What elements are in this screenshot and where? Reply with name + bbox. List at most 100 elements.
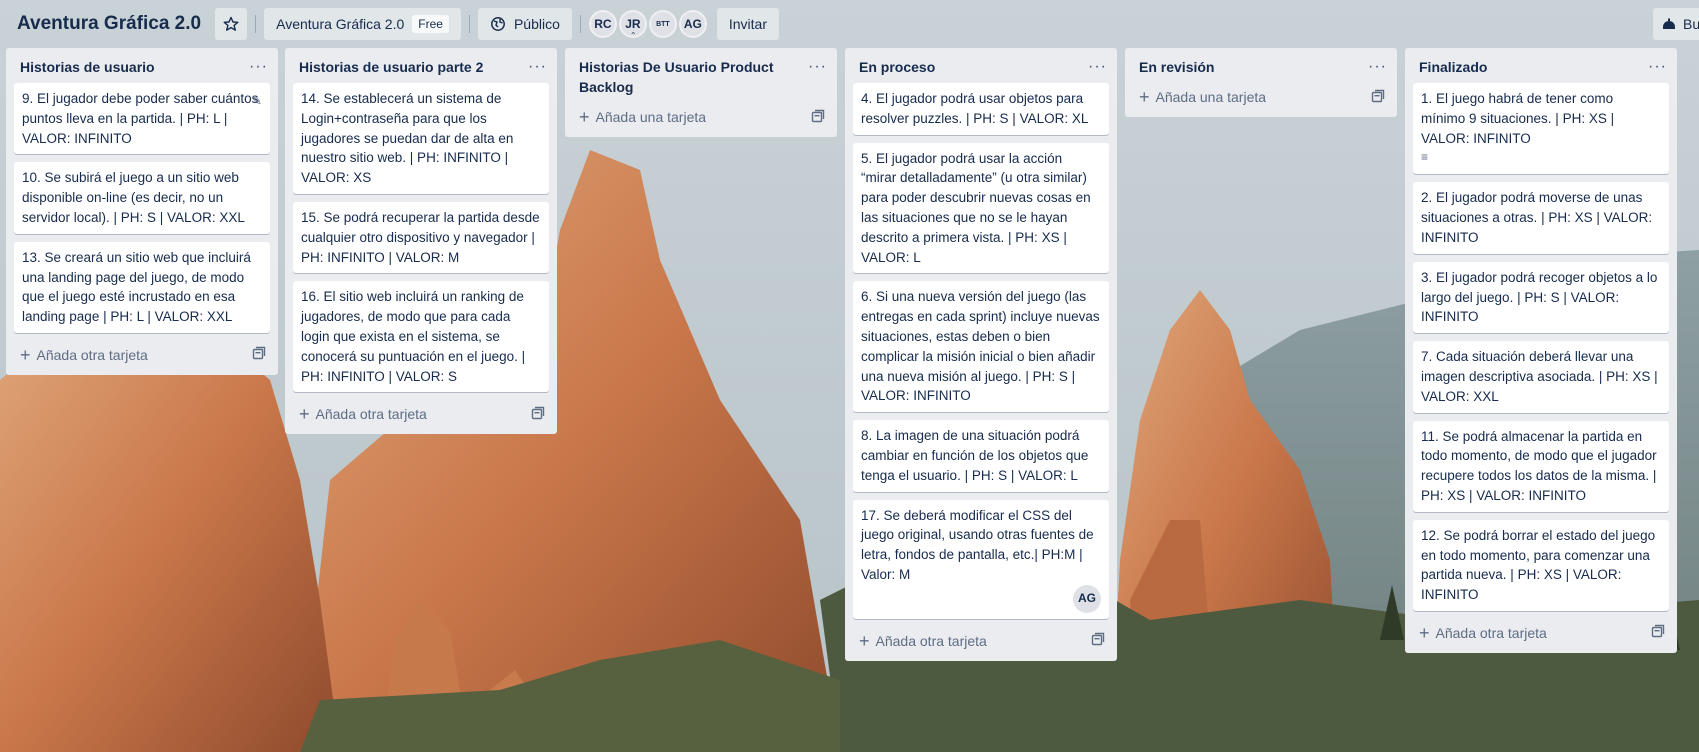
add-card-button[interactable]: + Añada otra tarjeta xyxy=(20,346,148,364)
card[interactable]: 8. La imagen de una situación podrá camb… xyxy=(853,420,1109,492)
card[interactable]: 16. El sitio web incluirá un ranking de … xyxy=(293,281,549,393)
card[interactable]: 9. El jugador debe poder saber cuántos p… xyxy=(14,83,270,155)
card-title: 8. La imagen de una situación podrá camb… xyxy=(861,428,1089,483)
list-header: Historias de usuario ··· xyxy=(6,48,278,83)
member-avatar[interactable]: BTT xyxy=(648,10,677,38)
star-icon xyxy=(223,16,239,31)
add-card-button[interactable]: + Añada una tarjeta xyxy=(1139,87,1266,107)
card-title: 17. Se deberá modificar el CSS del juego… xyxy=(861,507,1094,582)
board-header: Aventura Gráfica 2.0 Aventura Gráfica 2.… xyxy=(0,0,1699,48)
card-title: 10. Se subirá el juego a un sitio web di… xyxy=(22,170,245,225)
plus-icon: + xyxy=(299,404,310,425)
card-title: 6. Si una nueva versión del juego (las e… xyxy=(861,289,1100,404)
list-header: Historias de usuario parte 2 ··· xyxy=(285,48,557,83)
card-badges: ≡ xyxy=(1421,148,1661,168)
card-title: 11. Se podrá almacenar la partida en tod… xyxy=(1421,428,1657,503)
card-member-avatar[interactable]: AG xyxy=(1073,584,1101,613)
card[interactable]: 12. Se podrá borrar el estado del juego … xyxy=(1413,519,1669,611)
card-title: 15. Se podrá recuperar la partida desde … xyxy=(301,209,540,265)
card[interactable]: 5. El jugador podrá usar la acción “mira… xyxy=(853,142,1109,274)
edit-pencil-icon[interactable]: ✎ xyxy=(251,91,262,111)
visibility-label: Público xyxy=(513,16,560,32)
workspace-button[interactable]: Aventura Gráfica 2.0 Free xyxy=(264,8,461,40)
card-template-icon[interactable] xyxy=(531,406,545,423)
card[interactable]: 6. Si una nueva versión del juego (las e… xyxy=(853,281,1109,413)
list-title[interactable]: Historias De Usuario Product Backlog xyxy=(579,57,808,97)
add-card-label: Añada una tarjeta xyxy=(595,109,707,125)
list-header: Historias De Usuario Product Backlog ··· xyxy=(565,48,837,103)
workspace-label: Aventura Gráfica 2.0 xyxy=(276,16,405,32)
list-header: En proceso ··· xyxy=(845,48,1117,83)
card[interactable]: 10. Se subirá el juego a un sitio web di… xyxy=(14,162,270,234)
card-list: 14. Se establecerá un sistema de Login+c… xyxy=(285,83,557,393)
plus-icon: + xyxy=(1419,622,1430,643)
card-template-icon[interactable] xyxy=(811,109,825,126)
list-menu-icon[interactable]: ··· xyxy=(1368,57,1387,77)
card-title: 12. Se podrá borrar el estado del juego … xyxy=(1421,527,1656,603)
card-list: 9. El jugador debe poder saber cuántos p… xyxy=(6,83,278,333)
description-icon: ≡ xyxy=(1421,150,1429,165)
card-title: 14. Se establecerá un sistema de Login+c… xyxy=(301,91,514,186)
list: En revisión ··· + Añada una tarjeta xyxy=(1125,48,1397,117)
member-avatar[interactable]: AG xyxy=(678,10,707,38)
add-card-button[interactable]: + Añada otra tarjeta xyxy=(299,404,427,425)
add-card-label: Añada otra tarjeta xyxy=(315,406,427,423)
card-template-icon[interactable] xyxy=(1651,624,1665,641)
add-card-label: Añada otra tarjeta xyxy=(875,632,987,649)
card[interactable]: 7. Cada situación deberá llevar una imag… xyxy=(1413,341,1669,413)
list-footer: + Añada una tarjeta xyxy=(1125,83,1397,115)
add-card-button[interactable]: + Añada otra tarjeta xyxy=(859,630,987,651)
card-template-icon[interactable] xyxy=(1371,89,1385,106)
list-title[interactable]: Historias de usuario xyxy=(20,57,155,77)
card-list: 1. El juego habrá de tener como mínimo 9… xyxy=(1405,83,1677,611)
visibility-button[interactable]: Público xyxy=(477,8,572,40)
card[interactable]: 4. El jugador podrá usar objetos para re… xyxy=(853,83,1109,135)
header-divider xyxy=(468,15,470,33)
card[interactable]: 17. Se deberá modificar el CSS del juego… xyxy=(853,499,1109,619)
list: Finalizado ··· 1. El juego habrá de tener … xyxy=(1405,48,1677,653)
plus-icon: + xyxy=(1139,87,1150,107)
list-header: En revisión ··· xyxy=(1125,48,1397,83)
plan-badge: Free xyxy=(412,15,449,33)
butler-label: Bu xyxy=(1683,16,1699,32)
list-title[interactable]: En revisión xyxy=(1139,57,1214,77)
card[interactable]: 3. El jugador podrá recoger objetos a lo… xyxy=(1413,261,1669,334)
list: Historias De Usuario Product Backlog ··· +… xyxy=(565,48,837,137)
list-menu-icon[interactable]: ··· xyxy=(528,57,547,77)
member-avatar[interactable]: RC xyxy=(588,10,617,38)
card[interactable]: 11. Se podrá almacenar la partida en tod… xyxy=(1413,420,1669,512)
board-title[interactable]: Aventura Gráfica 2.0 xyxy=(17,13,201,35)
add-card-button[interactable]: + Añada otra tarjeta xyxy=(1419,622,1547,643)
list-footer: + Añada otra tarjeta xyxy=(285,400,557,432)
list-title[interactable]: En proceso xyxy=(859,57,935,77)
list-title[interactable]: Finalizado xyxy=(1419,57,1487,77)
card[interactable]: 14. Se establecerá un sistema de Login+c… xyxy=(293,83,549,194)
card-title: 2. El jugador podrá moverse de unas situ… xyxy=(1421,190,1653,245)
list-menu-icon[interactable]: ··· xyxy=(808,57,827,97)
list: En proceso ··· 4. El jugador podrá usar ob… xyxy=(845,48,1117,661)
add-card-button[interactable]: + Añada una tarjeta xyxy=(579,108,707,126)
card-title: 7. Cada situación deberá llevar una imag… xyxy=(1421,349,1658,404)
list-menu-icon[interactable]: ··· xyxy=(249,57,268,77)
list-footer: + Añada otra tarjeta xyxy=(845,627,1117,659)
plus-icon: + xyxy=(859,630,870,651)
star-button[interactable] xyxy=(215,8,248,40)
list-footer: + Añada otra tarjeta xyxy=(1405,619,1677,651)
card-title: 9. El jugador debe poder saber cuántos p… xyxy=(22,91,259,146)
card-list: 4. El jugador podrá usar objetos para re… xyxy=(845,83,1117,619)
butler-button[interactable]: Bu xyxy=(1653,8,1699,40)
card-title: 5. El jugador podrá usar la acción “mira… xyxy=(861,150,1091,265)
list-title[interactable]: Historias de usuario parte 2 xyxy=(299,57,483,77)
card[interactable]: 15. Se podrá recuperar la partida desde … xyxy=(293,201,549,274)
card-template-icon[interactable] xyxy=(252,346,266,363)
card-template-icon[interactable] xyxy=(1091,632,1105,649)
member-avatar[interactable]: JR ⌃ xyxy=(618,10,647,40)
card[interactable]: 1. El juego habrá de tener como mínimo 9… xyxy=(1413,83,1669,175)
list-menu-icon[interactable]: ··· xyxy=(1088,57,1107,77)
card[interactable]: 2. El jugador podrá moverse de unas situ… xyxy=(1413,182,1669,254)
card[interactable]: 13. Se creará un sitio web que incluirá … xyxy=(14,241,270,333)
admin-chevron-icon: ⌃ xyxy=(629,31,637,40)
header-divider xyxy=(255,15,257,33)
list-menu-icon[interactable]: ··· xyxy=(1648,57,1667,77)
invite-button[interactable]: Invitar xyxy=(716,8,779,40)
